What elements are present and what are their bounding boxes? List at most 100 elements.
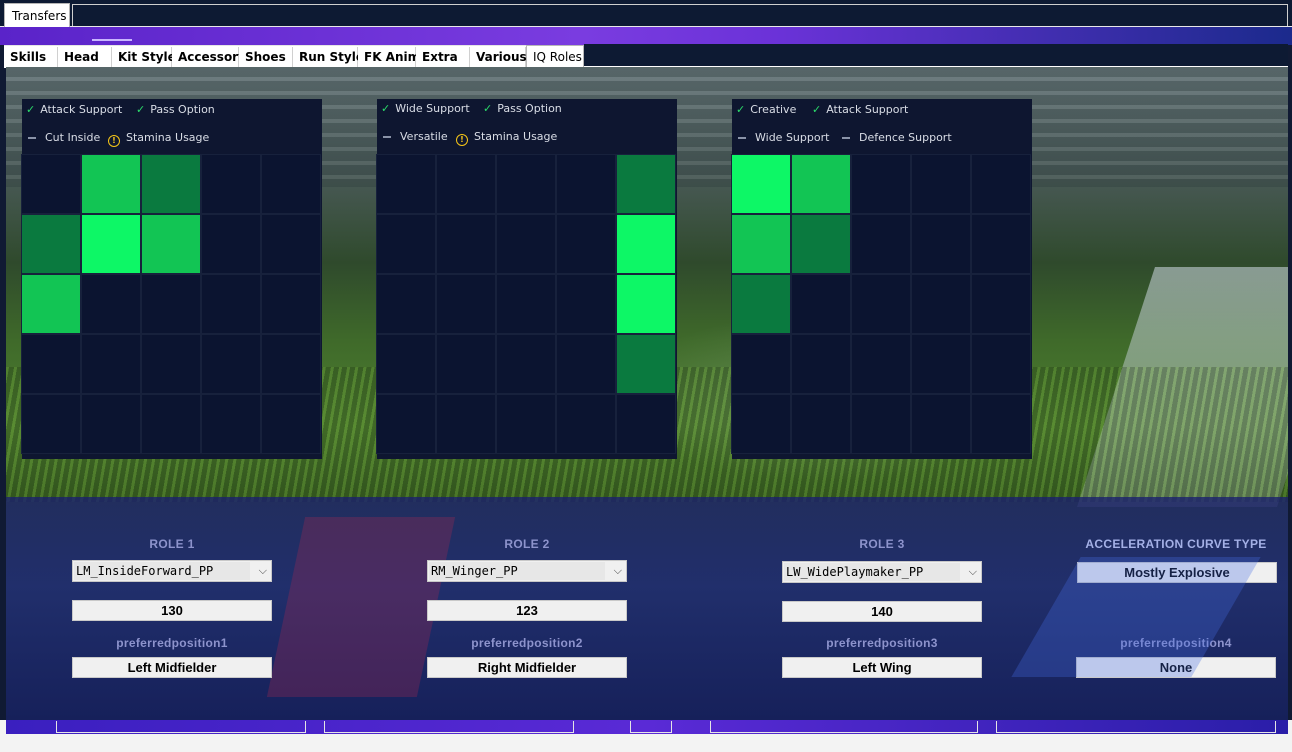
heatmap-cell	[496, 214, 556, 274]
heatmap-cell	[376, 214, 436, 274]
preferred-position-4-label: preferredposition4	[1120, 636, 1232, 650]
heatmap-cell	[791, 334, 851, 394]
role-1-trait-3: Cut Inside	[28, 131, 100, 144]
heatmap-cell	[201, 274, 261, 334]
heatmap-cell	[436, 334, 496, 394]
heatmap-cell	[436, 274, 496, 334]
footer-control-5[interactable]	[996, 721, 1276, 733]
heatmap-cell	[376, 274, 436, 334]
heatmap-cell	[851, 154, 911, 214]
check-icon: ✓	[26, 103, 36, 116]
role-1-select-value: LM_InsideForward_PP	[74, 562, 250, 580]
heatmap-cell	[731, 334, 791, 394]
role-2-heatmap	[376, 154, 676, 454]
role-1-select[interactable]: LM_InsideForward_PP ⌵	[72, 560, 272, 582]
subtab-iq-roles[interactable]: IQ Roles	[526, 45, 584, 68]
heatmap-cell	[496, 154, 556, 214]
heatmap-cell	[911, 394, 971, 454]
heatmap-cell	[261, 214, 321, 274]
heatmap-cell	[21, 274, 81, 334]
subtab-shoes[interactable]: Shoes	[239, 47, 293, 68]
role-3-select[interactable]: LW_WidePlaymaker_PP ⌵	[782, 561, 982, 583]
preferred-position-4-field[interactable]: None	[1076, 657, 1276, 678]
role-3-value-field[interactable]: 140	[782, 601, 982, 622]
chevron-down-icon[interactable]: ⌵	[969, 565, 977, 579]
role-2-select-value: RM_Winger_PP	[429, 562, 605, 580]
heatmap-cell	[556, 274, 616, 334]
role-2-traits: ✓ Wide Support ✓ Pass Option Versatile ! St…	[377, 99, 677, 155]
heatmap-cell	[616, 274, 676, 334]
heatmap-cell	[911, 214, 971, 274]
heatmap-cell	[496, 274, 556, 334]
heatmap-cell	[436, 154, 496, 214]
heatmap-cell	[971, 394, 1031, 454]
header-banner	[0, 27, 1292, 45]
window-tab-strip: Transfers	[0, 0, 1292, 27]
role-1-traits: ✓ Attack Support ✓ Pass Option Cut Inside …	[22, 99, 322, 155]
heatmap-cell	[261, 394, 321, 454]
check-icon: ✓	[381, 102, 391, 115]
footer-control-2[interactable]	[324, 721, 574, 733]
subtab-kit-style[interactable]: Kit Style	[112, 47, 176, 68]
heatmap-cell	[731, 154, 791, 214]
footer-control-3[interactable]	[630, 721, 672, 733]
heatmap-cell	[261, 334, 321, 394]
role-2-trait-2: ✓ Pass Option	[483, 102, 562, 115]
heatmap-cell	[21, 214, 81, 274]
role-3-trait-3: Wide Support	[738, 131, 829, 144]
role-3-trait-1: ✓ Creative	[736, 103, 797, 116]
preferred-position-1-field[interactable]: Left Midfielder	[72, 657, 272, 678]
heatmap-cell	[851, 214, 911, 274]
tab-transfers[interactable]: Transfers	[4, 3, 70, 27]
heatmap-cell	[556, 334, 616, 394]
role-2-label: ROLE 2	[504, 537, 550, 551]
heatmap-cell	[81, 334, 141, 394]
chevron-down-icon[interactable]: ⌵	[614, 564, 622, 578]
role-2-trait-3: Versatile	[383, 130, 448, 143]
heatmap-cell	[791, 274, 851, 334]
role-1-label: ROLE 1	[149, 537, 195, 551]
subtab-various[interactable]: Various	[470, 47, 527, 68]
subtab-fk-anim[interactable]: FK Anim	[358, 47, 420, 68]
dash-icon	[842, 137, 850, 139]
role-3-heatmap	[731, 154, 1031, 454]
role-2-value-field[interactable]: 123	[427, 600, 627, 621]
subtab-run-style[interactable]: Run Style	[293, 47, 364, 68]
footer-control-1[interactable]	[56, 721, 306, 733]
heatmap-cell	[376, 394, 436, 454]
role-3-traits: ✓ Creative ✓ Attack Support Wide Support D…	[732, 99, 1032, 155]
subtab-extra[interactable]: Extra	[416, 47, 470, 68]
role-1-value-field[interactable]: 130	[72, 600, 272, 621]
heatmap-cell	[496, 334, 556, 394]
heatmap-cell	[851, 274, 911, 334]
heatmap-cell	[731, 394, 791, 454]
heatmap-cell	[971, 334, 1031, 394]
subtab-accessory[interactable]: Accessory	[172, 47, 246, 68]
role-3-trait-2: ✓ Attack Support	[812, 103, 909, 116]
acceleration-curve-field[interactable]: Mostly Explosive	[1077, 562, 1277, 583]
chevron-down-icon[interactable]: ⌵	[259, 564, 267, 578]
heatmap-cell	[791, 154, 851, 214]
preferred-position-2-label: preferredposition2	[471, 636, 583, 650]
heatmap-cell	[911, 334, 971, 394]
subtab-head[interactable]: Head	[58, 47, 112, 68]
preferred-position-3-field[interactable]: Left Wing	[782, 657, 982, 678]
heatmap-cell	[731, 214, 791, 274]
role-3-select-value: LW_WidePlaymaker_PP	[784, 563, 960, 581]
role-2-panel: ✓ Wide Support ✓ Pass Option Versatile ! St…	[376, 99, 677, 459]
dash-icon	[28, 137, 36, 139]
heatmap-cell	[141, 154, 201, 214]
heatmap-cell	[376, 154, 436, 214]
preferred-position-2-field[interactable]: Right Midfielder	[427, 657, 627, 678]
role-2-trait-4: ! Stamina Usage	[456, 130, 557, 146]
role-1-trait-4: ! Stamina Usage	[108, 131, 209, 147]
role-settings-band: ROLE 1 LM_InsideForward_PP ⌵ 130 preferr…	[6, 497, 1288, 720]
heatmap-cell	[81, 154, 141, 214]
check-icon: ✓	[736, 103, 746, 116]
role-2-select[interactable]: RM_Winger_PP ⌵	[427, 560, 627, 582]
footer-control-4[interactable]	[710, 721, 978, 733]
heatmap-cell	[556, 154, 616, 214]
subtab-skills[interactable]: Skills	[4, 47, 58, 68]
heatmap-cell	[616, 154, 676, 214]
heatmap-cell	[21, 154, 81, 214]
